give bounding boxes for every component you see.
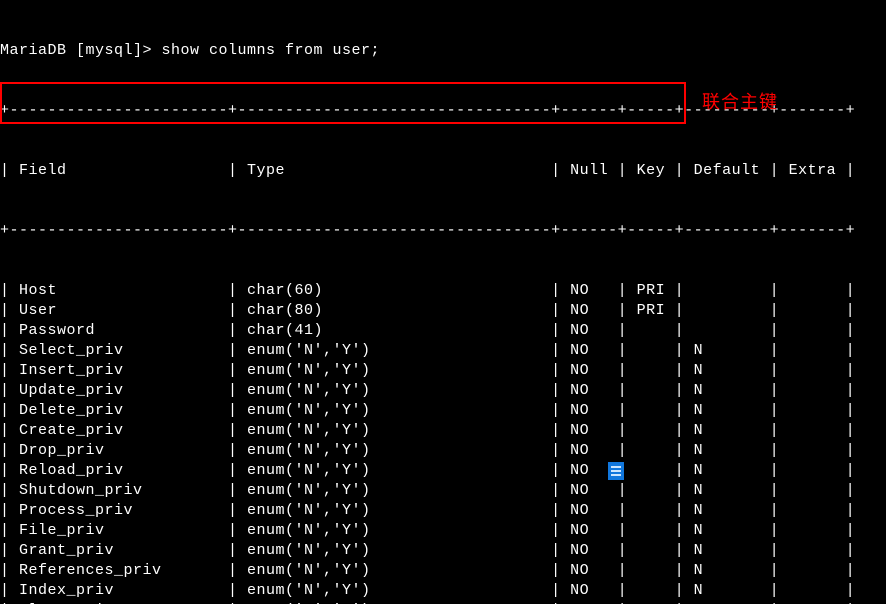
divider-header: +-----------------------+---------------… [0,221,886,241]
table-row: | Drop_priv | enum('N','Y') | NO | | N |… [0,441,886,461]
table-row: | Delete_priv | enum('N','Y') | NO | | N… [0,401,886,421]
table-row: | Process_priv | enum('N','Y') | NO | | … [0,501,886,521]
table-row: | References_priv | enum('N','Y') | NO |… [0,561,886,581]
header-row: | Field | Type | Null | Key | Default | … [0,161,886,181]
annotation-label: 联合主键 [702,92,778,112]
table-row: | File_priv | enum('N','Y') | NO | | N |… [0,521,886,541]
prompt-line: MariaDB [mysql]> show columns from user; [0,41,886,61]
table-row: | Password | char(41) | NO | | | | [0,321,886,341]
table-row: | User | char(80) | NO | PRI | | | [0,301,886,321]
table-row: | Create_priv | enum('N','Y') | NO | | N… [0,421,886,441]
text-cursor-icon [608,462,624,480]
table-row: | Reload_priv | enum('N','Y') | NO | | N… [0,461,886,481]
table-row: | Insert_priv | enum('N','Y') | NO | | N… [0,361,886,381]
table-row: | Update_priv | enum('N','Y') | NO | | N… [0,381,886,401]
table-row: | Index_priv | enum('N','Y') | NO | | N … [0,581,886,601]
table-body: | Host | char(60) | NO | PRI | | || User… [0,281,886,604]
table-row: | Shutdown_priv | enum('N','Y') | NO | |… [0,481,886,501]
table-row: | Select_priv | enum('N','Y') | NO | | N… [0,341,886,361]
table-row: | Grant_priv | enum('N','Y') | NO | | N … [0,541,886,561]
table-row: | Host | char(60) | NO | PRI | | | [0,281,886,301]
terminal-output: MariaDB [mysql]> show columns from user;… [0,0,886,604]
